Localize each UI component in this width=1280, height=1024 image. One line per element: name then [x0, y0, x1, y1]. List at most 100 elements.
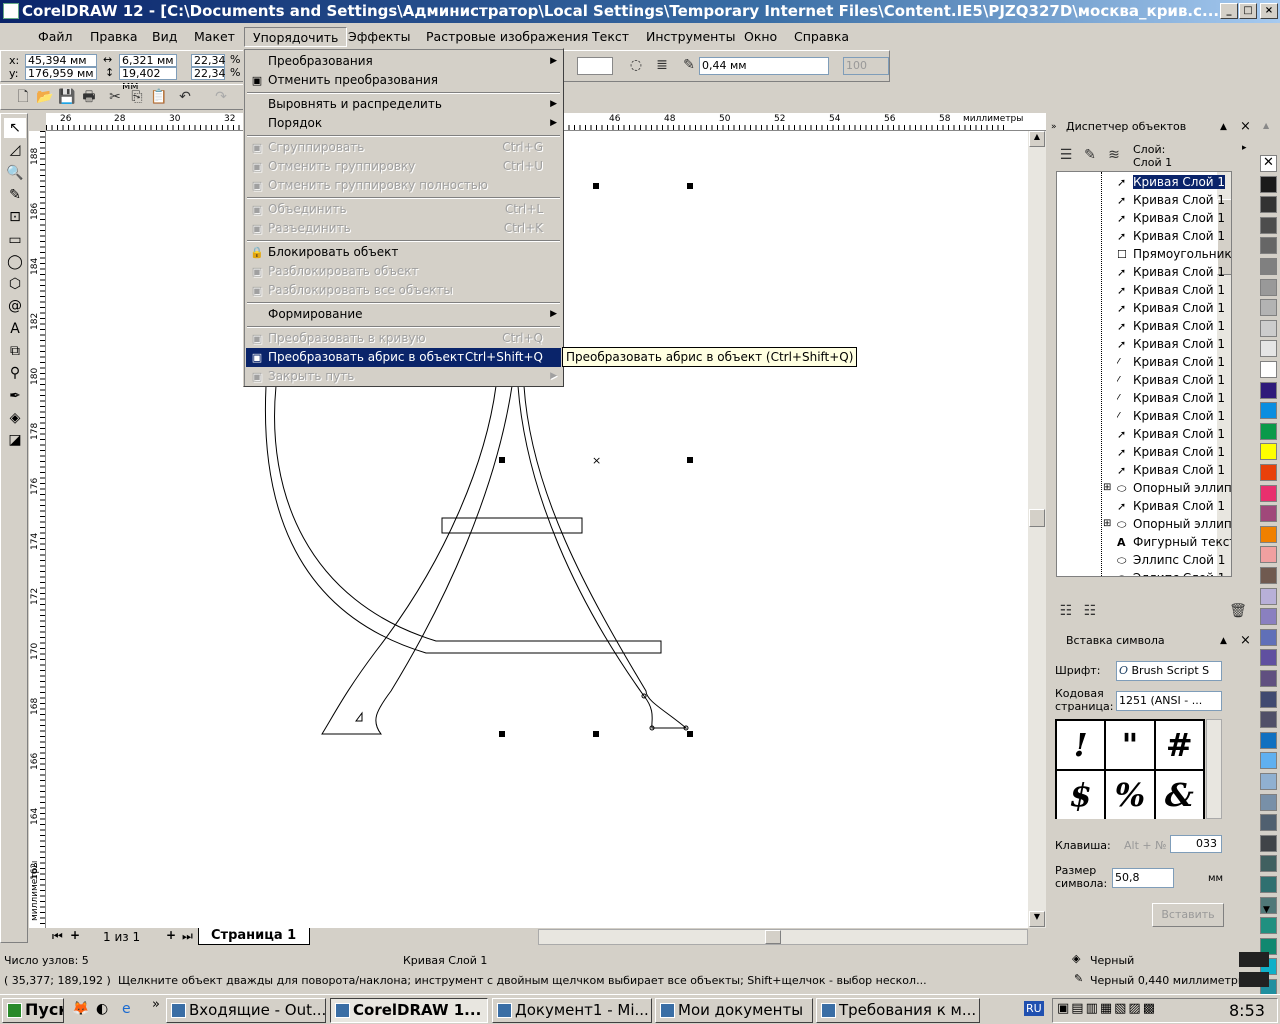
color-swatch[interactable]: ✕ — [1260, 155, 1277, 172]
text-wrap-icon[interactable]: ≣ — [652, 55, 672, 75]
taskbar-button[interactable]: CorelDRAW 1... — [330, 998, 488, 1023]
collapse-icon[interactable]: ▲ — [1220, 117, 1227, 137]
object-item[interactable]: ➚ Кривая Слой 1 — [1117, 281, 1231, 299]
object-item[interactable]: ⁄ Кривая Слой 1 — [1117, 407, 1231, 425]
first-page-button[interactable]: ⏮ — [52, 929, 63, 944]
selection-handle[interactable] — [593, 731, 599, 737]
selection-handle[interactable] — [687, 183, 693, 189]
smart-fill-tool-icon[interactable]: ⊡ — [4, 207, 26, 227]
rectangle-tool-icon[interactable]: ▭ — [4, 230, 26, 250]
key-code-field[interactable]: 033 — [1170, 835, 1222, 853]
scale-x-field[interactable]: 22,34 — [191, 54, 226, 67]
object-item[interactable]: ⊞ ⬭ Опорный эллипс — [1103, 479, 1231, 497]
object-item[interactable]: ⊞ ⬭ Опорный эллипс — [1103, 515, 1231, 533]
freehand-tool-icon[interactable]: ✎ — [4, 185, 26, 205]
symbol-glyph[interactable]: # — [1155, 721, 1203, 769]
color-swatch[interactable] — [1260, 278, 1277, 296]
color-swatch[interactable] — [1260, 731, 1277, 749]
copy-icon[interactable]: ⎘ — [127, 87, 147, 107]
menu-1[interactable]: Правка — [82, 27, 146, 47]
color-swatch[interactable] — [1260, 237, 1277, 255]
new-icon[interactable]: 🗋 — [13, 87, 33, 107]
color-swatch[interactable] — [1260, 814, 1277, 832]
color-swatch[interactable] — [1260, 793, 1277, 811]
symbol-glyph[interactable]: & — [1155, 771, 1203, 819]
language-indicator[interactable]: RU — [1024, 1001, 1044, 1016]
object-item[interactable]: A Фигурный текст, — [1117, 533, 1231, 551]
undo-icon[interactable]: ↶ — [175, 87, 195, 107]
menu-item-0[interactable]: Преобразования ▶ — [246, 52, 561, 71]
print-icon[interactable]: 🖶 — [79, 87, 99, 107]
object-item[interactable]: ➚ Кривая Слой 1 — [1117, 209, 1231, 227]
close-docker-icon[interactable]: × — [1240, 117, 1251, 137]
ie-icon[interactable]: e — [122, 1001, 131, 1017]
scroll-up-button[interactable]: ▲ — [1029, 131, 1045, 147]
color-swatch[interactable] — [1260, 670, 1277, 687]
minimize-button[interactable]: _ — [1220, 3, 1238, 19]
object-item[interactable]: ⁄ Кривая Слой 1 — [1117, 389, 1231, 407]
scroll-thumb[interactable] — [1029, 509, 1045, 527]
start-button[interactable]: Пуск — [2, 998, 64, 1023]
color-swatch[interactable] — [1260, 587, 1277, 605]
pick-tool-icon[interactable]: ↖ — [4, 118, 26, 138]
menu-item-17[interactable]: Формирование ▶ — [246, 305, 561, 324]
color-swatch[interactable] — [1260, 340, 1277, 358]
object-item[interactable]: ➚ Кривая Слой 1 — [1117, 335, 1231, 353]
close-docker-icon[interactable]: × — [1240, 631, 1251, 651]
color-swatch[interactable] — [1260, 834, 1277, 852]
taskbar-button[interactable]: Требования к м... — [816, 998, 980, 1023]
menu-item-1[interactable]: Отменить преобразования ▣ — [246, 71, 561, 90]
selection-handle[interactable] — [687, 731, 693, 737]
menu-8[interactable]: Инструменты — [638, 27, 743, 47]
text-tool-icon[interactable]: A — [4, 319, 26, 339]
menu-6[interactable]: Растровые изображения — [418, 27, 596, 47]
color-swatch[interactable] — [1260, 299, 1277, 317]
object-item[interactable]: ➚ Кривая Слой 1 — [1117, 227, 1231, 245]
maximize-button[interactable]: □ — [1239, 3, 1257, 19]
taskbar-button[interactable]: Документ1 - Mi... — [492, 998, 652, 1023]
object-item[interactable]: ⬭Эллипс Слой 1 — [1117, 569, 1231, 576]
palette-scroll-down-icon[interactable]: ▼ — [1263, 905, 1270, 915]
taskbar-button[interactable]: Мои документы — [655, 998, 813, 1023]
object-item[interactable]: ➚ Кривая Слой 1 — [1117, 497, 1231, 515]
menu-0[interactable]: Файл — [30, 27, 81, 47]
object-item[interactable]: ➚ Кривая Слой 1 — [1117, 443, 1231, 461]
menu-item-3[interactable]: Выровнять и распределить ▶ — [246, 95, 561, 114]
fill-color-swatch[interactable] — [1239, 952, 1269, 967]
color-swatch[interactable] — [1260, 752, 1277, 770]
tab-page-1[interactable]: Страница 1 — [198, 928, 310, 945]
color-swatch[interactable] — [1260, 196, 1277, 214]
selection-handle[interactable] — [593, 183, 599, 189]
menu-5[interactable]: Эффекты — [340, 27, 419, 47]
color-swatch[interactable] — [1260, 464, 1277, 481]
interactive-fill-tool-icon[interactable]: ◪ — [4, 430, 26, 450]
color-swatch[interactable] — [1260, 567, 1277, 584]
color-swatch[interactable] — [1260, 216, 1277, 234]
color-swatch[interactable] — [1260, 361, 1277, 378]
color-swatch[interactable] — [1260, 525, 1277, 543]
color-swatch[interactable] — [1260, 175, 1277, 193]
color-swatch[interactable] — [1260, 402, 1277, 420]
object-item[interactable]: ➚ Кривая Слой 1 — [1117, 263, 1231, 281]
scale-y-field[interactable]: 22,34 — [191, 67, 226, 80]
selection-handle[interactable] — [499, 457, 505, 463]
expand-icon[interactable]: ⊞ — [1103, 515, 1111, 533]
layer-view-icon[interactable]: ≋ — [1104, 145, 1124, 165]
outline-color-swatch[interactable] — [1239, 972, 1269, 987]
palette-scroll-up-icon[interactable]: ▲ — [1263, 121, 1269, 130]
taskbar-button[interactable]: Входящие - Out... — [166, 998, 326, 1023]
expand-icon[interactable]: » — [1051, 117, 1057, 137]
color-swatch[interactable] — [1260, 690, 1277, 708]
delete-icon[interactable]: 🗑 — [1228, 601, 1248, 621]
object-item[interactable]: ➚ Кривая Слой 1 — [1117, 299, 1231, 317]
color-swatch[interactable] — [1260, 876, 1277, 893]
color-swatch[interactable] — [1260, 422, 1277, 440]
firefox-icon[interactable]: 🦊 — [72, 1001, 89, 1017]
color-swatch[interactable] — [1260, 917, 1277, 935]
color-swatch[interactable] — [1260, 381, 1277, 399]
menu-arrow-icon[interactable]: ▸ — [1242, 143, 1247, 153]
insert-button[interactable]: Вставить — [1152, 903, 1224, 927]
object-item[interactable]: ⁄ Кривая Слой 1 — [1117, 353, 1231, 371]
menu-item-4[interactable]: Порядок ▶ — [246, 114, 561, 133]
color-swatch[interactable] — [1260, 855, 1277, 873]
